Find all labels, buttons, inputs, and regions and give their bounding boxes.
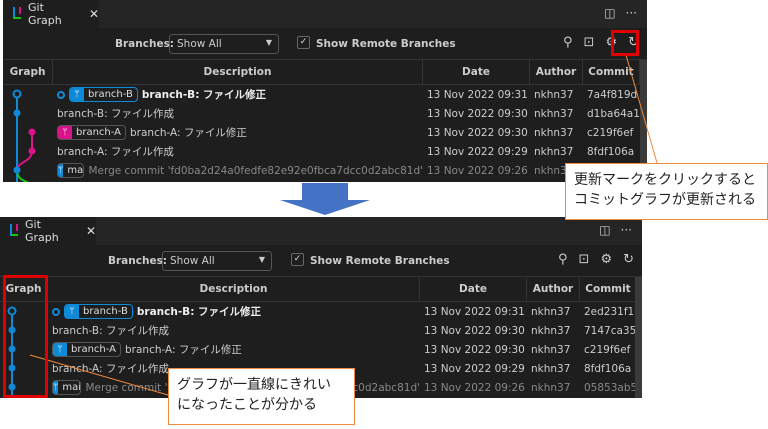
callout-line: コミットグラフが更新される: [574, 192, 756, 208]
callout-line: 更新マークをクリックすると: [574, 172, 756, 188]
refresh-callout: 更新マークをクリックすると コミットグラフが更新される: [565, 163, 768, 220]
refresh-highlight-box: [611, 30, 639, 56]
graph-callout: グラフが一直線にきれい になったことが分かる: [168, 368, 355, 425]
down-arrow: [280, 183, 370, 215]
leader-line-refresh: [625, 54, 658, 164]
leader-line-graph: [29, 354, 169, 396]
callout-line: になったことが分かる: [177, 397, 317, 413]
graph-highlight-box: [3, 275, 48, 398]
callout-line: グラフが一直線にきれい: [177, 377, 331, 393]
